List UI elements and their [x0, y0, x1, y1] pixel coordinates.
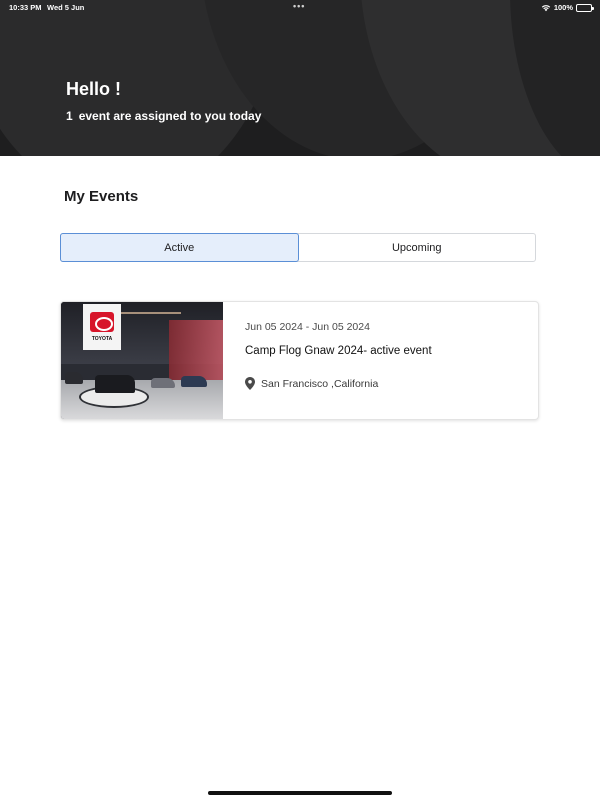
event-details: Jun 05 2024 - Jun 05 2024 Camp Flog Gnaw…	[223, 302, 538, 419]
status-time: 10:33 PM	[9, 3, 42, 12]
home-indicator[interactable]	[208, 791, 392, 795]
battery-percent: 100%	[553, 3, 573, 12]
multitask-dots-icon[interactable]: •••	[293, 1, 305, 11]
status-bar: 10:33 PM Wed 5 Jun ••• 100%	[0, 0, 600, 14]
event-tabs: Active Upcoming	[60, 233, 536, 262]
assigned-events-summary: 1 event are assigned to you today	[66, 109, 261, 123]
location-pin-icon	[245, 377, 255, 390]
battery-icon	[576, 3, 594, 12]
event-location-text: San Francisco ,California	[261, 377, 379, 390]
my-events-title: My Events	[64, 188, 139, 205]
tab-active[interactable]: Active	[60, 233, 299, 262]
brand-sign-text: TOYOTA	[91, 336, 113, 342]
status-date: Wed 5 Jun	[47, 3, 85, 12]
wifi-icon	[541, 4, 551, 11]
brand-sign: TOYOTA	[83, 304, 121, 350]
event-dates: Jun 05 2024 - Jun 05 2024	[245, 321, 370, 333]
tab-upcoming[interactable]: Upcoming	[299, 234, 536, 261]
toyota-logo-icon	[90, 312, 114, 332]
assigned-count: 1	[66, 109, 73, 123]
header-banner: 10:33 PM Wed 5 Jun ••• 100% Hello ! 1 eve…	[0, 0, 600, 156]
assigned-text: event are assigned to you today	[78, 109, 262, 123]
greeting-title: Hello !	[66, 79, 122, 99]
app-screen: 10:33 PM Wed 5 Jun ••• 100% Hello ! 1 eve…	[0, 0, 600, 800]
event-location: San Francisco ,California	[245, 377, 538, 390]
event-name: Camp Flog Gnaw 2024- active event	[245, 345, 432, 357]
status-indicators: 100%	[541, 3, 594, 12]
event-image: TOYOTA	[61, 302, 223, 419]
event-card[interactable]: TOYOTA Jun 05 2024 - Jun 05 2024 Camp Fl…	[60, 301, 539, 420]
